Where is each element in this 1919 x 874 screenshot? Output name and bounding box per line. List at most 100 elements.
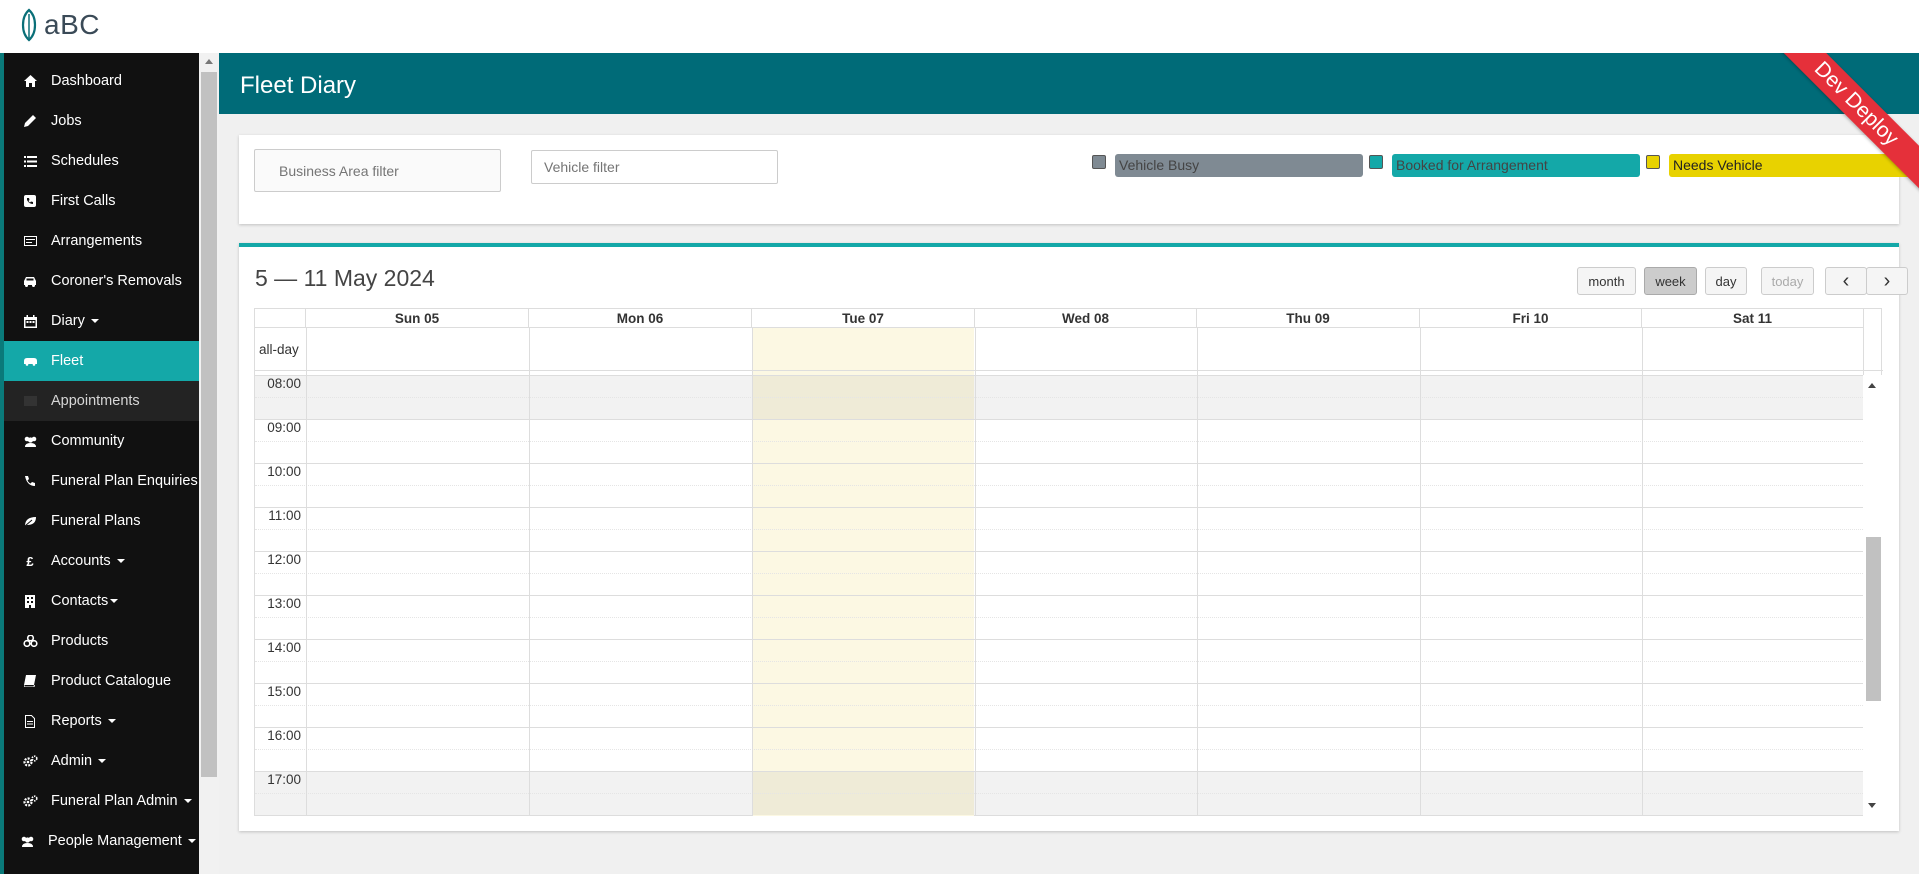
sidebar-item-funeral-plans[interactable]: Funeral Plans <box>4 501 199 541</box>
sidebar-item-products[interactable]: Products <box>4 621 199 661</box>
time-label: 10:00 <box>267 464 301 479</box>
sidebar-item-label: Fleet <box>51 353 84 369</box>
sidebar-item-coroners-removals[interactable]: Coroner's Removals <box>4 261 199 301</box>
month-view-button[interactable]: month <box>1577 267 1636 295</box>
sidebar-item-funeral-plan-enquiries[interactable]: Funeral Plan Enquiries <box>4 461 199 501</box>
time-axis-header <box>255 309 306 328</box>
sidebar-item-label: Funeral Plans <box>51 513 141 529</box>
sidebar-item-contacts[interactable]: Contacts <box>4 581 199 621</box>
leaf-icon <box>22 516 38 527</box>
sidebar-item-label: Appointments <box>51 393 140 409</box>
sidebar-item-appointments[interactable]: Appointments <box>4 381 199 421</box>
chevron-down-icon <box>90 319 99 323</box>
sidebar-item-label: Accounts <box>51 553 111 569</box>
sidebar-item-label: Schedules <box>51 153 119 169</box>
chevron-down-icon <box>107 719 116 723</box>
sidebar-item-label: First Calls <box>51 193 116 209</box>
vehicle-busy-checkbox[interactable] <box>1092 155 1106 169</box>
cogs-icon <box>22 755 38 767</box>
sidebar-item-people-management[interactable]: People Management <box>4 821 199 861</box>
scroll-down-arrow-icon[interactable] <box>1868 803 1876 808</box>
chevron-right-icon: › <box>1883 269 1891 292</box>
sidebar-item-dashboard[interactable]: Dashboard <box>4 61 199 101</box>
sidebar: Dashboard Jobs Schedules First Calls Arr… <box>0 53 199 874</box>
day-header: Wed 08 <box>975 309 1197 328</box>
calendar-grid: Sun 05 Mon 06 Tue 07 Wed 08 Thu 09 Fri 1… <box>254 308 1883 816</box>
calendar-title: 5 — 11 May 2024 <box>255 265 435 291</box>
sidebar-item-label: Product Catalogue <box>51 673 172 689</box>
filter-panel: Vehicle Busy Booked for Arrangement Need… <box>239 135 1917 224</box>
calendar-scrollbar-thumb[interactable] <box>1866 537 1881 701</box>
time-label: 12:00 <box>267 552 301 567</box>
logo[interactable]: aBC <box>18 8 100 42</box>
time-label: 17:00 <box>267 772 301 787</box>
building-icon <box>22 594 38 608</box>
time-grid[interactable]: 08:00 09:00 10:00 11:00 12:00 13:00 14:0… <box>255 375 1863 816</box>
sidebar-item-label: Dashboard <box>51 73 122 89</box>
phone-square-icon <box>22 195 38 207</box>
list-icon <box>22 155 38 167</box>
sidebar-item-jobs[interactable]: Jobs <box>4 101 199 141</box>
calendar-scrollbar[interactable] <box>1863 375 1882 816</box>
sidebar-item-community[interactable]: Community <box>4 421 199 461</box>
sidebar-item-funeral-plan-admin[interactable]: Funeral Plan Admin <box>4 781 199 821</box>
next-button[interactable]: › <box>1866 267 1908 295</box>
day-view-button[interactable]: day <box>1705 267 1747 295</box>
legend-vehicle-busy: Vehicle Busy <box>1115 154 1363 177</box>
sidebar-item-fleet[interactable]: Fleet <box>4 341 199 381</box>
cogs-icon <box>22 795 38 807</box>
sidebar-item-product-catalogue[interactable]: Product Catalogue <box>4 661 199 701</box>
chevron-down-icon <box>187 839 196 843</box>
legend-needs-vehicle: Needs Vehicle <box>1669 154 1917 177</box>
sidebar-item-diary[interactable]: Diary <box>4 301 199 341</box>
time-label: 14:00 <box>267 640 301 655</box>
chevron-down-icon <box>110 599 119 603</box>
sidebar-item-label: Funeral Plan Enquiries <box>51 473 198 489</box>
legend-booked-for-arrangement: Booked for Arrangement <box>1392 154 1640 177</box>
time-label: 11:00 <box>268 508 301 523</box>
sidebar-item-label: Coroner's Removals <box>51 273 182 289</box>
time-label: 15:00 <box>267 684 301 699</box>
pound-icon: £ <box>26 553 34 569</box>
book-icon <box>22 675 38 687</box>
booked-for-arrangement-checkbox[interactable] <box>1369 155 1383 169</box>
time-label: 16:00 <box>267 728 301 743</box>
top-bar: aBC <box>0 0 1919 53</box>
sidebar-item-first-calls[interactable]: First Calls <box>4 181 199 221</box>
sidebar-item-label: Contacts <box>51 593 109 609</box>
car-icon <box>22 276 38 287</box>
time-label: 13:00 <box>267 596 301 611</box>
sidebar-item-schedules[interactable]: Schedules <box>4 141 199 181</box>
cubes-icon <box>22 635 38 647</box>
sidebar-item-admin[interactable]: Admin <box>4 741 199 781</box>
bus-icon <box>22 357 38 366</box>
sidebar-item-reports[interactable]: Reports <box>4 701 199 741</box>
page-header: Fleet Diary <box>219 53 1919 114</box>
sidebar-item-label: Admin <box>51 753 93 769</box>
users-icon <box>19 836 35 847</box>
pencil-icon <box>22 115 38 127</box>
sidebar-item-label: Funeral Plan Admin <box>51 793 178 809</box>
scroll-up-arrow-icon[interactable] <box>205 59 213 64</box>
logo-text: aBC <box>44 9 100 40</box>
page-title: Fleet Diary <box>240 72 357 99</box>
all-day-row[interactable]: all-day <box>255 328 1883 371</box>
scroll-up-arrow-icon[interactable] <box>1868 383 1876 388</box>
week-view-button[interactable]: week <box>1644 267 1697 295</box>
sidebar-item-arrangements[interactable]: Arrangements <box>4 221 199 261</box>
calendar-icon <box>22 314 38 328</box>
home-icon <box>22 75 38 87</box>
today-button[interactable]: today <box>1761 267 1814 295</box>
users-icon <box>22 436 38 447</box>
sidebar-item-accounts[interactable]: £ Accounts <box>4 541 199 581</box>
business-area-filter-input[interactable] <box>254 149 501 192</box>
time-label: 09:00 <box>267 420 301 435</box>
vehicle-filter-input[interactable] <box>531 150 778 184</box>
needs-vehicle-checkbox[interactable] <box>1646 155 1660 169</box>
day-header: Thu 09 <box>1197 309 1420 328</box>
prev-button[interactable]: ‹ <box>1825 267 1867 295</box>
chevron-down-icon <box>116 559 125 563</box>
main-content: Fleet Diary Vehicle Busy Booked for Arra… <box>219 53 1919 874</box>
leaf-logo-icon <box>21 8 37 42</box>
sidebar-scrollbar-thumb[interactable] <box>201 72 217 777</box>
